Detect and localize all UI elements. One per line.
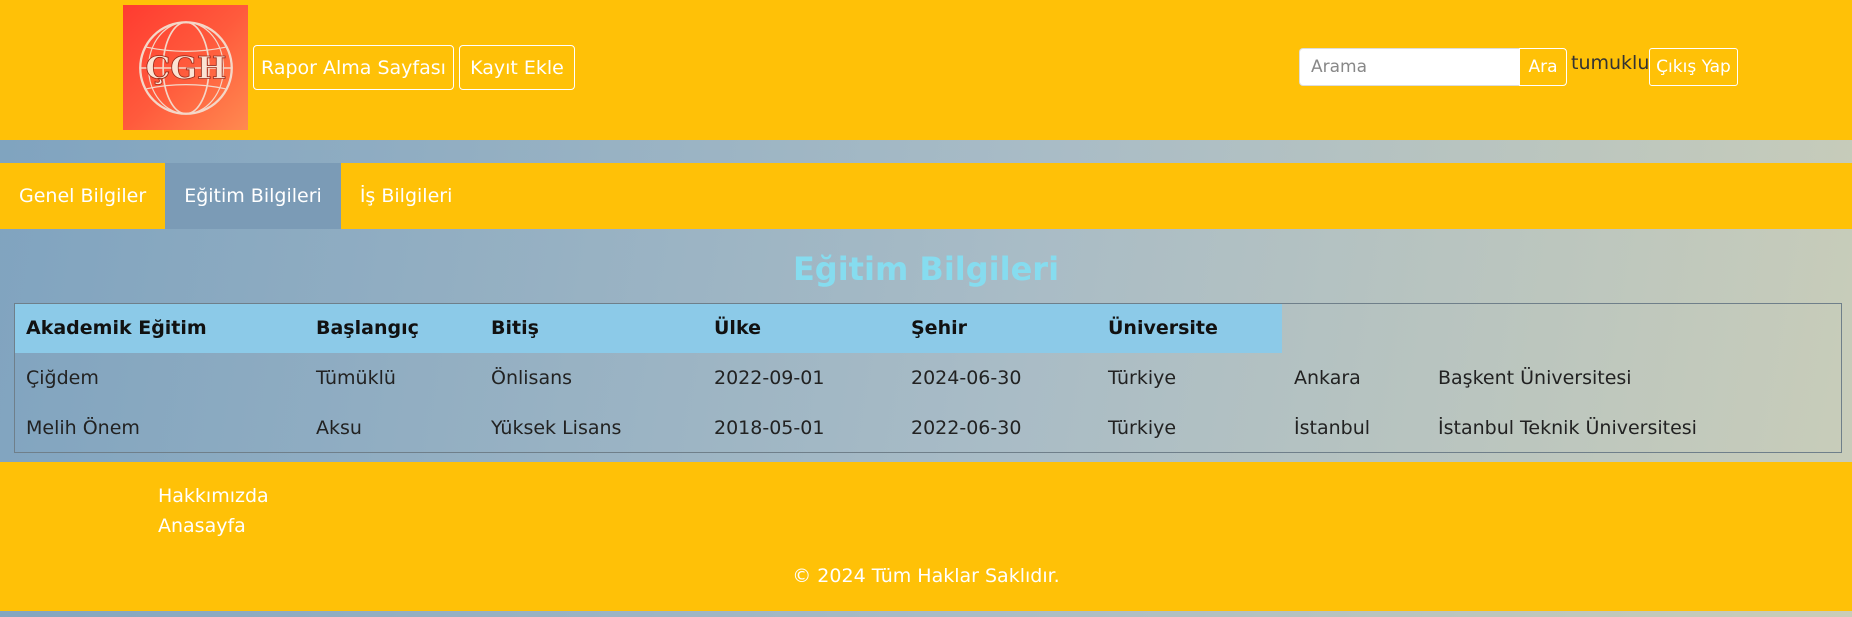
logout-button[interactable]: Çıkış Yap (1649, 48, 1738, 86)
table-header-cell: Bitiş (491, 317, 539, 339)
table-header-cell: Akademik Eğitim (26, 317, 207, 339)
table-cell: 2022-06-30 (911, 417, 1022, 439)
report-page-button[interactable]: Rapor Alma Sayfası (253, 45, 454, 90)
footer-link-about[interactable]: Hakkımızda (158, 485, 269, 507)
header: ÇGH Rapor Alma Sayfası Kayıt Ekle Arama … (0, 0, 1852, 140)
table-header-cell: Şehir (911, 317, 967, 339)
table-cell: Önlisans (491, 367, 573, 389)
table-cell: Aksu (316, 417, 362, 439)
globe-logo-icon: ÇGH (138, 20, 233, 115)
table-cell: 2022-09-01 (714, 367, 825, 389)
logo[interactable]: ÇGH (123, 5, 248, 130)
table-cell: Türkiye (1108, 417, 1177, 439)
search-button[interactable]: Ara (1519, 48, 1567, 86)
username-label: tumuklu (1571, 52, 1650, 74)
table-header-cell: Ülke (714, 317, 761, 339)
table-header-cell: Başlangıç (316, 317, 419, 339)
table-cell: Melih Önem (26, 417, 140, 439)
tab-education-info[interactable]: Eğitim Bilgileri (165, 163, 341, 229)
tab-work-info[interactable]: İş Bilgileri (341, 163, 472, 229)
table-header-cell: Üniversite (1108, 317, 1218, 339)
footer-link-home[interactable]: Anasayfa (158, 515, 246, 537)
tab-general-info[interactable]: Genel Bilgiler (0, 163, 165, 229)
table-cell: Tümüklü (316, 367, 396, 389)
table-cell: Çiğdem (26, 367, 99, 389)
education-table: Akademik Eğitim Başlangıç Bitiş Ülke Şeh… (14, 303, 1842, 453)
tab-bar: Genel Bilgiler Eğitim Bilgileri İş Bilgi… (0, 163, 1852, 229)
page-title: Eğitim Bilgileri (792, 250, 1060, 288)
table-cell: Türkiye (1108, 367, 1177, 389)
footer: Hakkımızda Anasayfa © 2024 Tüm Haklar Sa… (0, 462, 1852, 611)
table-cell: 2024-06-30 (911, 367, 1022, 389)
table-cell: Yüksek Lisans (491, 417, 622, 439)
table-cell: Başkent Üniversitesi (1438, 367, 1632, 389)
table-cell: İstanbul (1294, 417, 1371, 439)
table-cell: 2018-05-01 (714, 417, 825, 439)
table-cell: İstanbul Teknik Üniversitesi (1438, 417, 1697, 439)
table-cell: Ankara (1294, 367, 1361, 389)
logo-text: ÇGH (145, 50, 226, 86)
add-record-button[interactable]: Kayıt Ekle (459, 45, 575, 90)
copyright-text: © 2024 Tüm Haklar Saklıdır. (792, 565, 1060, 587)
search-input[interactable]: Arama (1299, 48, 1519, 86)
